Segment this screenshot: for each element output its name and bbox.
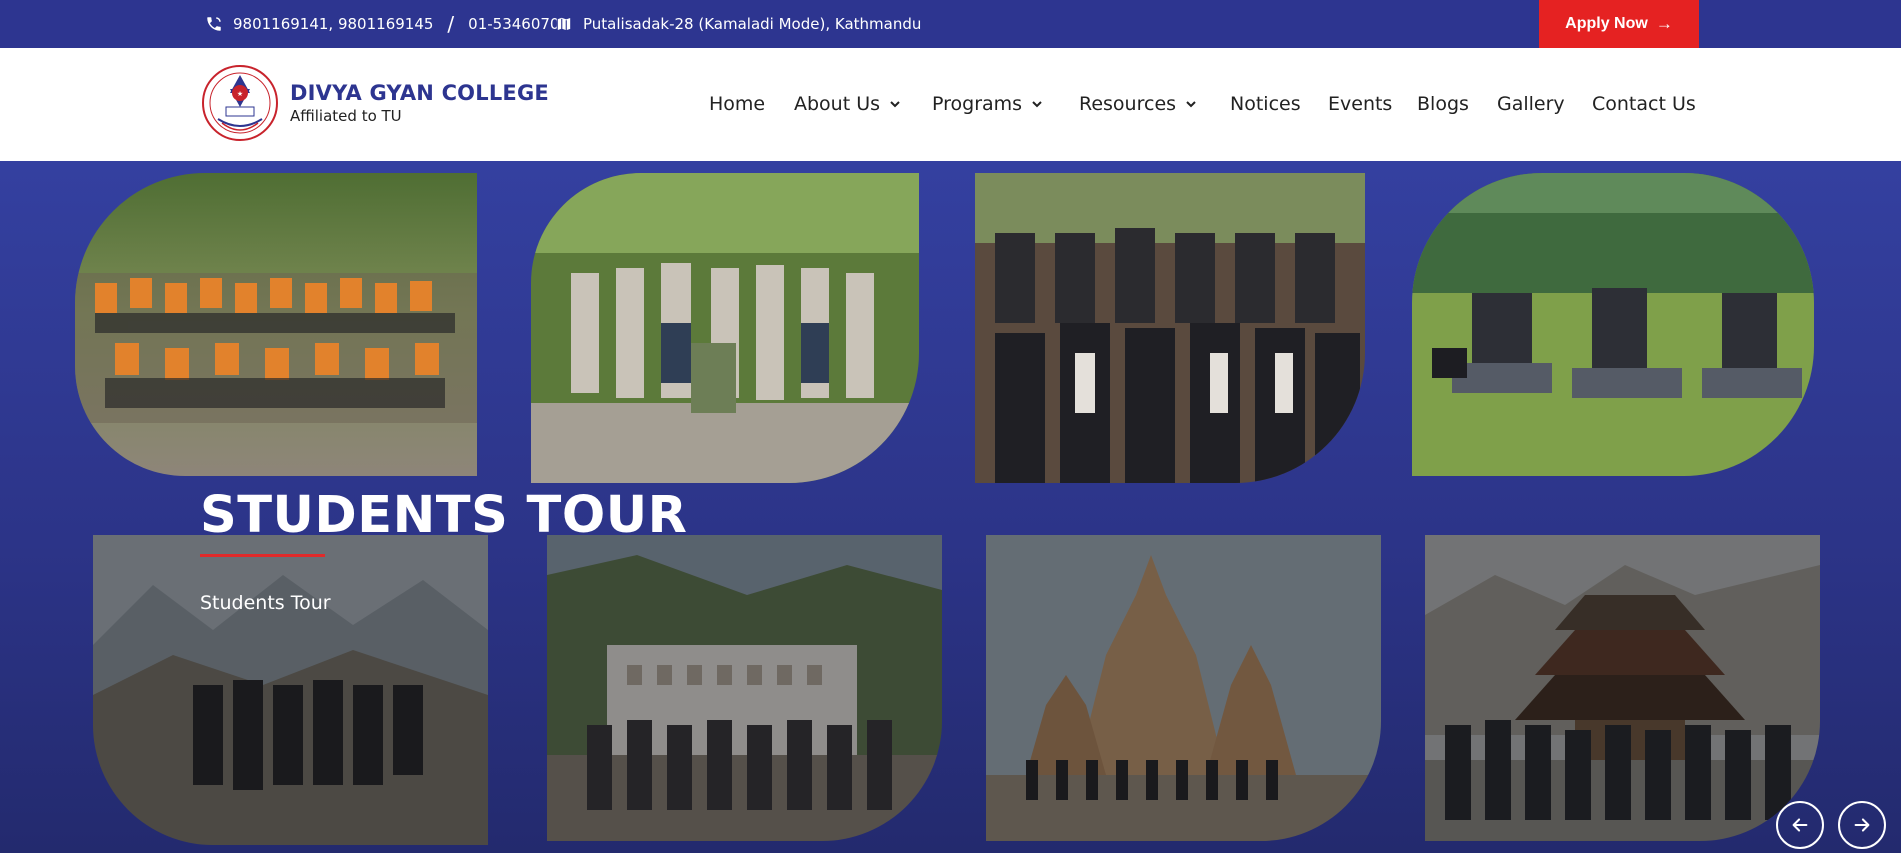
address-text: Putalisadak-28 (Kamaladi Mode), Kathmand… [583, 15, 922, 33]
brand[interactable]: DIVYA GYAN COLLEGE Affiliated to TU [290, 81, 549, 125]
arrow-right-icon [1854, 818, 1870, 832]
nav-contact-us[interactable]: Contact Us [1592, 93, 1696, 115]
nav-programs[interactable]: Programs [932, 93, 1043, 115]
nav-gallery-label: Gallery [1497, 93, 1565, 115]
photo-mountain-group[interactable] [93, 535, 488, 845]
nav-contact-us-label: Contact Us [1592, 93, 1696, 115]
chevron-down-icon [890, 101, 900, 108]
photo-pagoda-group[interactable] [1425, 535, 1820, 841]
photo-garden-group[interactable] [531, 173, 919, 483]
chevron-down-icon [1032, 101, 1042, 108]
contact-phones: 9801169141, 9801169145 / 01-5346070 [205, 0, 559, 48]
nav-home[interactable]: Home [709, 93, 765, 115]
arrow-left-icon [1792, 818, 1808, 832]
top-bar: 9801169141, 9801169145 / 01-5346070 Puta… [0, 0, 1901, 48]
photo-meadow-guitar[interactable] [1412, 173, 1814, 476]
nav-programs-label: Programs [932, 93, 1023, 115]
phone-numbers[interactable]: 9801169141, 9801169145 [233, 15, 433, 33]
photo-stairs-group[interactable] [975, 173, 1365, 483]
landline-number[interactable]: 01-5346070 [468, 15, 559, 33]
arrow-right-icon: → [1655, 14, 1673, 33]
college-affiliation: Affiliated to TU [290, 107, 402, 125]
hero-gallery: STUDENTS TOUR Students Tour [0, 161, 1901, 853]
chevron-down-icon [1186, 101, 1196, 108]
photo-rafting-group[interactable] [75, 173, 477, 476]
map-icon [556, 16, 572, 32]
apply-now-label: Apply Now [1565, 15, 1648, 32]
contact-address: Putalisadak-28 (Kamaladi Mode), Kathmand… [555, 0, 921, 48]
nav-blogs-label: Blogs [1417, 93, 1469, 115]
nav-about-us-label: About Us [794, 93, 881, 115]
phone-icon [207, 17, 221, 31]
college-name: DIVYA GYAN COLLEGE [290, 81, 549, 105]
hero-title: STUDENTS TOUR [200, 486, 688, 545]
slider-prev-button[interactable] [1776, 801, 1824, 849]
separator: / [447, 12, 455, 36]
svg-text:★: ★ [237, 90, 243, 98]
nav-notices-label: Notices [1230, 93, 1301, 115]
nav-about-us[interactable]: About Us [794, 93, 901, 115]
site-header: ★ DIVYA GYAN COLLEGE Affiliated to TU Ho… [0, 48, 1901, 161]
nav-events[interactable]: Events [1328, 93, 1392, 115]
nav-home-label: Home [709, 93, 766, 115]
college-logo[interactable]: ★ [200, 63, 280, 143]
slider-next-button[interactable] [1838, 801, 1886, 849]
nav-notices[interactable]: Notices [1230, 93, 1301, 115]
nav-resources-label: Resources [1079, 93, 1177, 115]
apply-now-button[interactable]: Apply Now → [1539, 0, 1699, 48]
nav-events-label: Events [1328, 93, 1393, 115]
nav-resources[interactable]: Resources [1079, 93, 1197, 115]
title-underline [200, 554, 325, 557]
hero-subtitle: Students Tour [200, 592, 331, 614]
photo-temple-group[interactable] [986, 535, 1381, 841]
nav-gallery[interactable]: Gallery [1497, 93, 1565, 115]
nav-blogs[interactable]: Blogs [1417, 93, 1469, 115]
photo-palace-group[interactable] [547, 535, 942, 841]
